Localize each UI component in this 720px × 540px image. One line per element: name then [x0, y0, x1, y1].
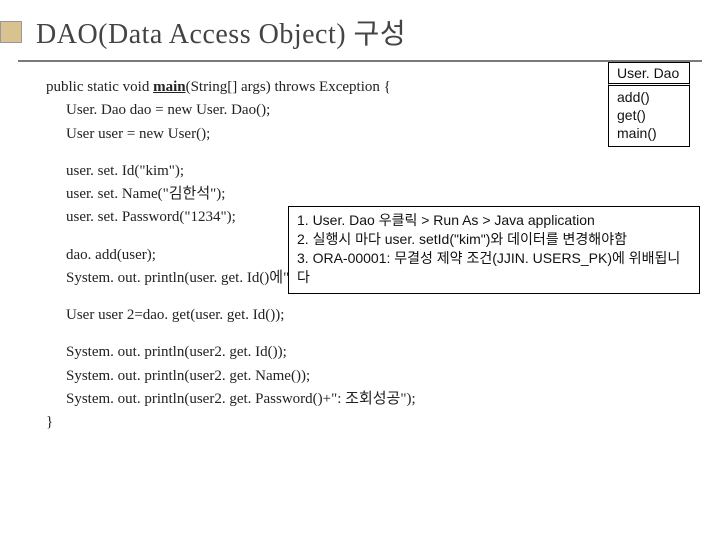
slide-title: DAO(Data Access Object) 구성 [36, 12, 406, 52]
blank-line [46, 146, 692, 160]
code-line: User. Dao dao = new User. Dao(); [46, 99, 692, 122]
blank-line [46, 327, 692, 341]
code-line: System. out. println(user2. get. Name())… [46, 365, 692, 388]
code-line: User user = new User(); [46, 123, 692, 146]
code-main-keyword: main [153, 79, 186, 95]
callout-line: 2. 실행시 마다 user. setId("kim")와 데이터를 변경해야함 [297, 230, 691, 249]
slide: DAO(Data Access Object) 구성 User. Dao add… [0, 0, 720, 540]
code-line: public static void main(String[] args) t… [46, 76, 692, 99]
code-line: System. out. println(user2. get. Passwor… [46, 388, 692, 411]
callout-line: 1. User. Dao 우클릭 > Run As > Java applica… [297, 211, 691, 230]
code-line: System. out. println(user2. get. Id()); [46, 341, 692, 364]
code-line: user. set. Name("김한석"); [46, 183, 692, 206]
title-bullet-icon [0, 21, 22, 43]
code-line: } [46, 411, 692, 434]
code-line: User user 2=dao. get(user. get. Id()); [46, 304, 692, 327]
code-text: public static void [46, 79, 153, 95]
callout-line: 3. ORA-00001: 무결성 제약 조건(JJIN. USERS_PK)에… [297, 249, 691, 287]
code-text: (String[] args) throws Exception { [186, 79, 391, 95]
title-bar: DAO(Data Access Object) 구성 [18, 0, 702, 62]
code-line: user. set. Id("kim"); [46, 160, 692, 183]
callout-box: 1. User. Dao 우클릭 > Run As > Java applica… [288, 206, 700, 294]
